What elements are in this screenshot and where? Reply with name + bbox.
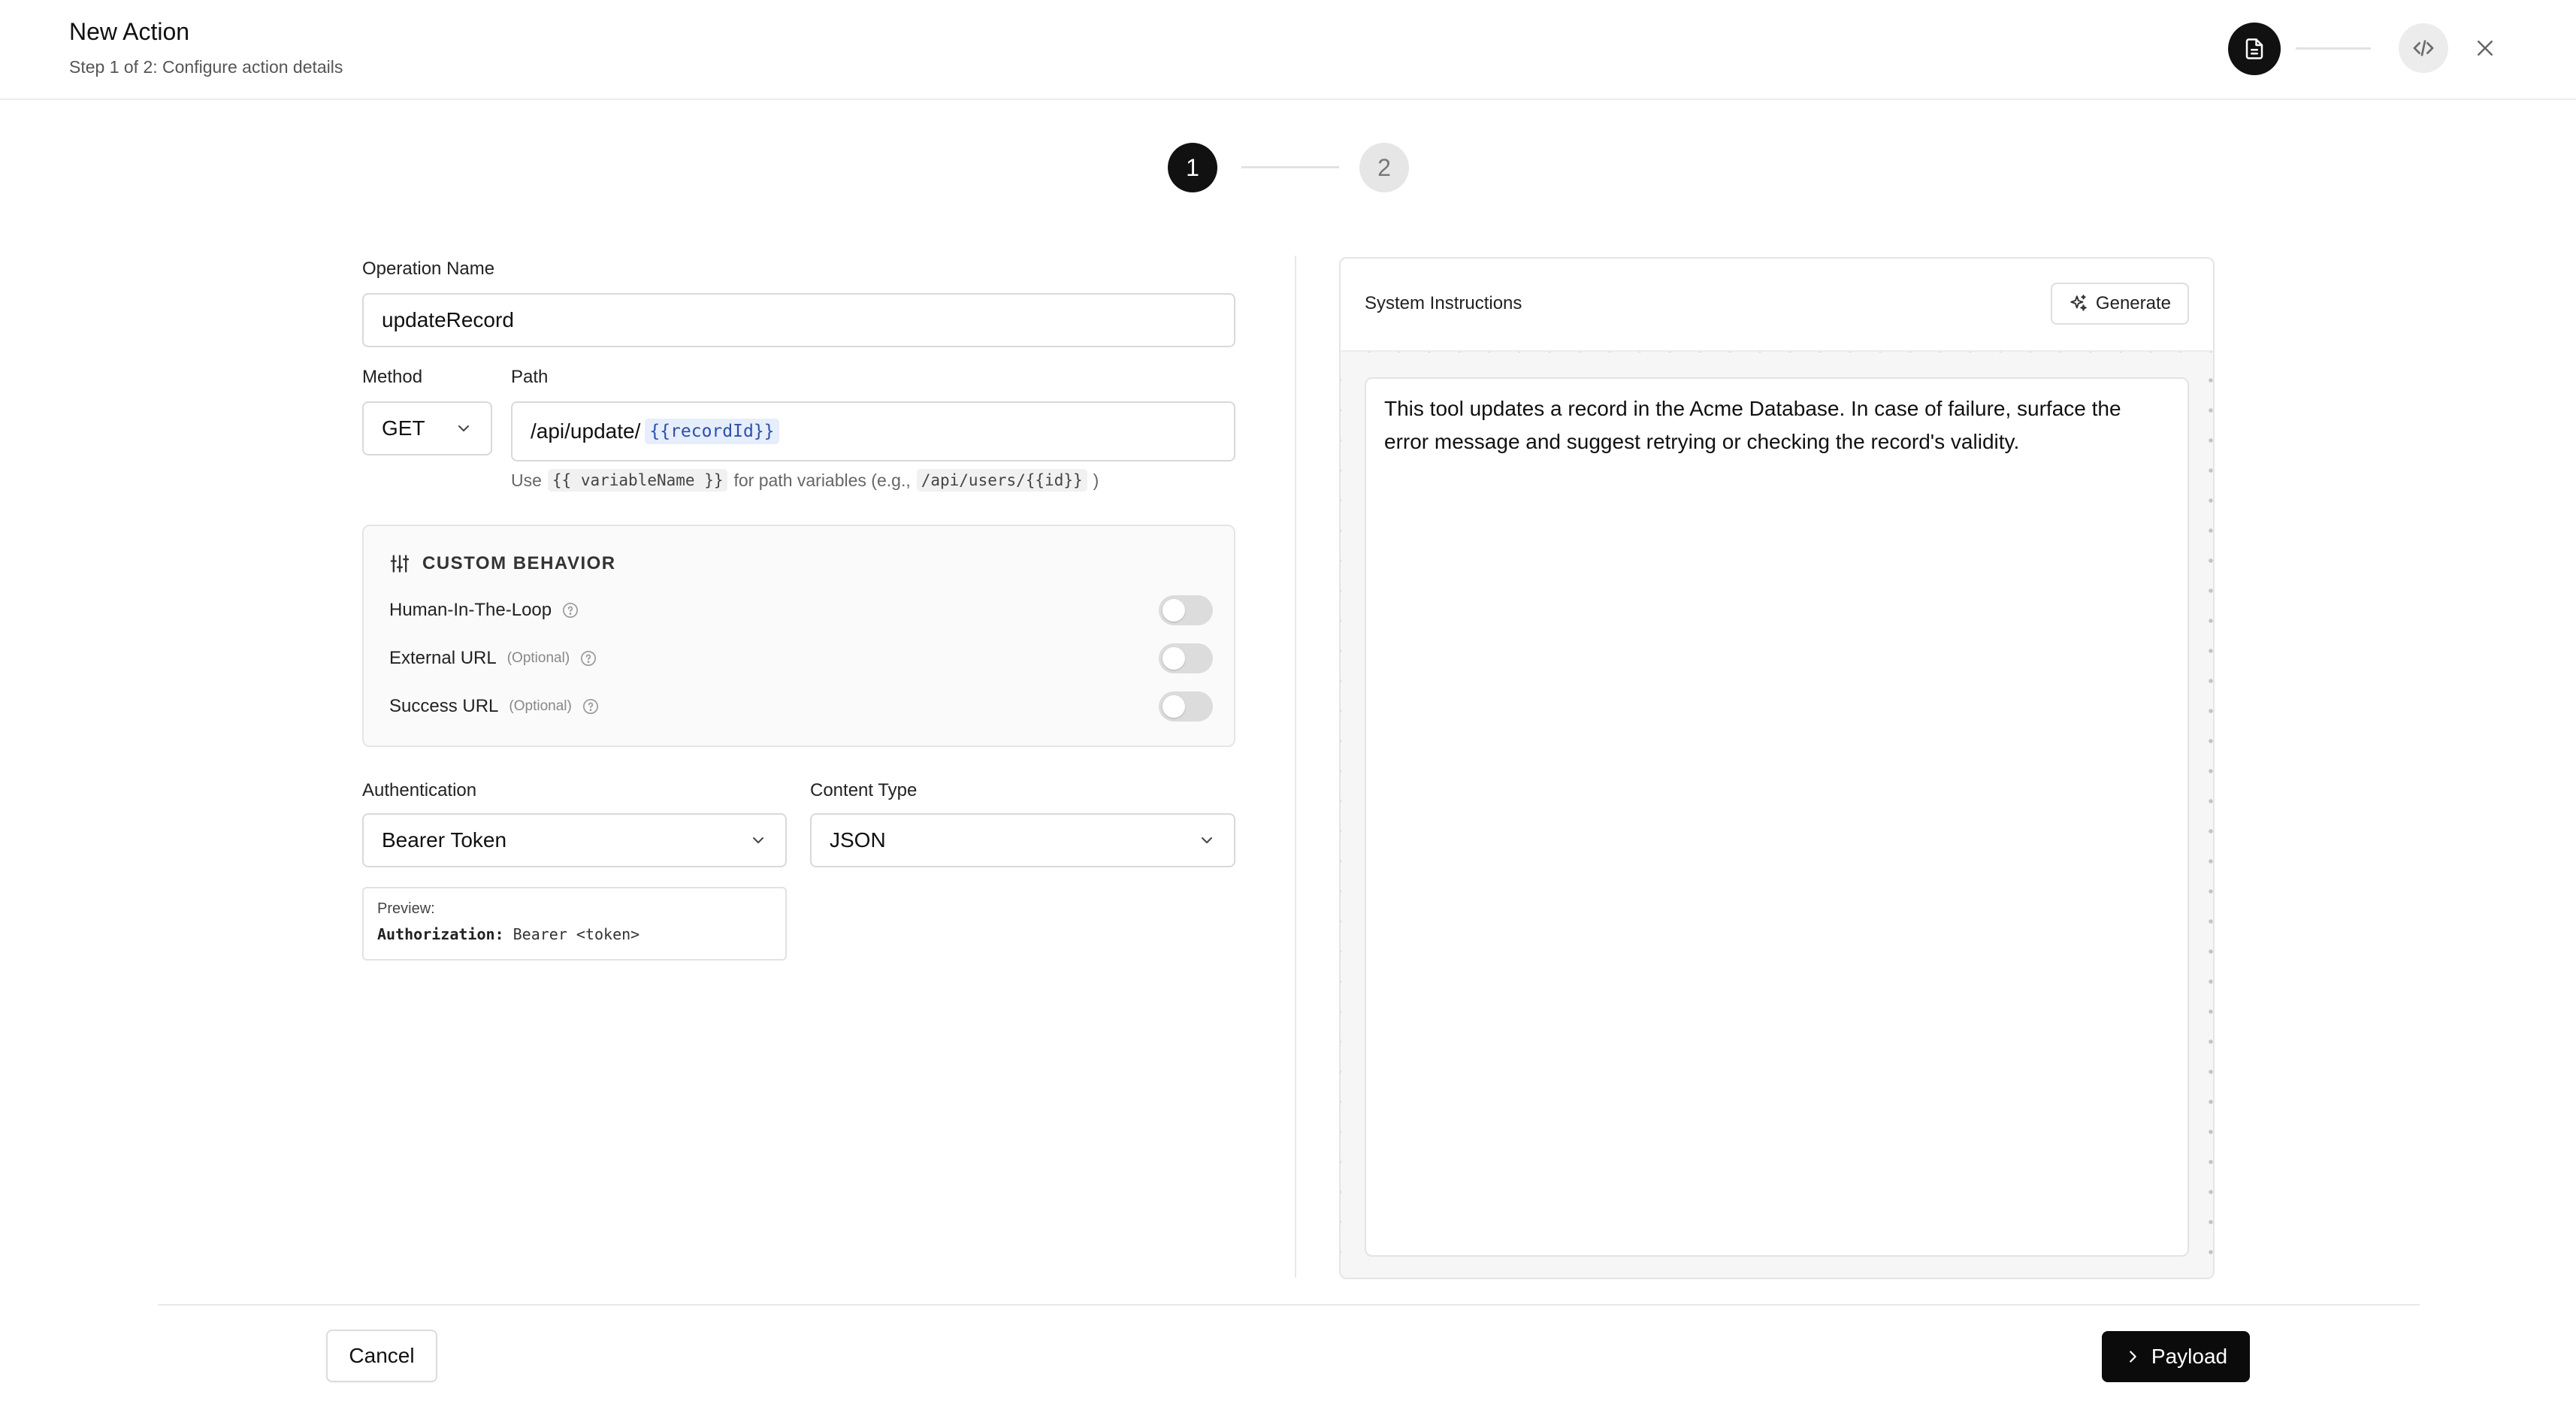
human-in-the-loop-toggle[interactable]: [1159, 595, 1213, 625]
hint-use-text: Use: [511, 470, 542, 490]
custom-behavior-header: CUSTOM BEHAVIOR: [389, 553, 616, 574]
page-subtitle: Step 1 of 2: Configure action details: [69, 57, 343, 77]
content-type-value: JSON: [830, 828, 886, 852]
authentication-select[interactable]: Bearer Token: [362, 813, 787, 867]
success-url-toggle[interactable]: [1159, 691, 1213, 722]
toggle-knob: [1163, 695, 1185, 718]
human-in-the-loop-row: Human-In-The-Loop: [389, 594, 1213, 627]
path-prefix: /api/update/: [531, 419, 641, 443]
cancel-label: Cancel: [349, 1344, 415, 1367]
path-hint: Use {{ variableName }} for path variable…: [511, 469, 1099, 492]
method-label: Method: [362, 367, 423, 387]
page-title: New Action: [69, 18, 190, 45]
payload-button[interactable]: Payload: [2102, 1331, 2250, 1382]
header: New Action Step 1 of 2: Configure action…: [0, 0, 2576, 100]
path-input[interactable]: /api/update/ {{recordId}}: [511, 401, 1235, 461]
custom-behavior-title: CUSTOM BEHAVIOR: [422, 553, 616, 573]
system-instructions-textarea[interactable]: This tool updates a record in the Acme D…: [1365, 377, 2189, 1257]
footer-divider: [158, 1304, 2420, 1306]
close-icon: [2478, 41, 2493, 56]
preview-label: Preview:: [377, 900, 435, 917]
sparkles-icon: [2070, 295, 2087, 311]
method-value: GET: [382, 416, 425, 440]
step-1-indicator: 1: [1168, 143, 1217, 192]
preview-code: Authorization: Bearer <token>: [377, 925, 772, 943]
success-url-optional: (Optional): [509, 698, 572, 714]
chevron-down-icon: [753, 837, 763, 843]
toggle-knob: [1163, 647, 1185, 670]
generate-button[interactable]: Generate: [2050, 283, 2189, 325]
external-url-optional: (Optional): [506, 650, 570, 666]
human-in-the-loop-label: Human-In-The-Loop: [389, 600, 552, 620]
code-icon: [2413, 40, 2434, 56]
authentication-label: Authentication: [362, 780, 477, 800]
column-divider: [1295, 256, 1296, 1278]
header-step-connector: [2296, 47, 2371, 50]
content-type-select[interactable]: JSON: [810, 813, 1235, 867]
system-instructions-header: System Instructions Generate: [1341, 259, 2213, 352]
hint-variable-code: {{ variableName }}: [547, 469, 728, 492]
operation-name-input[interactable]: updateRecord: [362, 293, 1235, 347]
stepper-connector: [1241, 166, 1339, 168]
success-url-label: Success URL: [389, 696, 499, 716]
auth-preview: Preview: Authorization: Bearer <token>: [362, 887, 787, 961]
cancel-button[interactable]: Cancel: [326, 1330, 437, 1382]
document-icon: [2245, 38, 2263, 59]
authentication-value: Bearer Token: [382, 828, 507, 852]
hint-example-code: /api/users/{{id}}: [916, 469, 1087, 492]
chevron-right-icon: [2130, 1351, 2136, 1363]
chevron-down-icon: [458, 425, 469, 431]
code-step-button[interactable]: [2399, 23, 2448, 73]
system-instructions-text: This tool updates a record in the Acme D…: [1384, 397, 2121, 453]
success-url-row: Success URL (Optional): [389, 690, 1213, 723]
path-variable-chip: {{recordId}}: [645, 419, 779, 444]
preview-header-value: Bearer <token>: [512, 925, 640, 943]
external-url-label: External URL: [389, 648, 497, 668]
toggle-knob: [1163, 599, 1185, 622]
help-icon[interactable]: [562, 602, 579, 619]
custom-behavior-panel: CUSTOM BEHAVIOR Human-In-The-Loop Extern…: [362, 525, 1235, 747]
preview-header-key: Authorization:: [377, 925, 504, 943]
external-url-row: External URL (Optional): [389, 642, 1213, 675]
path-label: Path: [511, 367, 549, 387]
external-url-toggle[interactable]: [1159, 643, 1213, 673]
help-icon[interactable]: [582, 698, 599, 715]
chevron-down-icon: [1202, 837, 1212, 843]
step-2-indicator: 2: [1359, 143, 1409, 192]
method-select[interactable]: GET: [362, 401, 492, 455]
document-step-button[interactable]: [2228, 23, 2281, 75]
sliders-icon: [390, 555, 410, 573]
close-button[interactable]: [2469, 32, 2502, 65]
content-type-label: Content Type: [810, 780, 918, 800]
hint-middle-text: for path variables (e.g.,: [733, 470, 911, 490]
generate-label: Generate: [2095, 293, 2171, 313]
operation-name-value: updateRecord: [382, 308, 514, 331]
payload-label: Payload: [2151, 1345, 2228, 1368]
help-icon[interactable]: [580, 650, 597, 667]
hint-end-text: ): [1093, 470, 1099, 490]
system-instructions-panel: System Instructions Generate This tool u…: [1339, 257, 2215, 1279]
operation-name-label: Operation Name: [362, 259, 495, 279]
system-instructions-title: System Instructions: [1365, 293, 1522, 313]
